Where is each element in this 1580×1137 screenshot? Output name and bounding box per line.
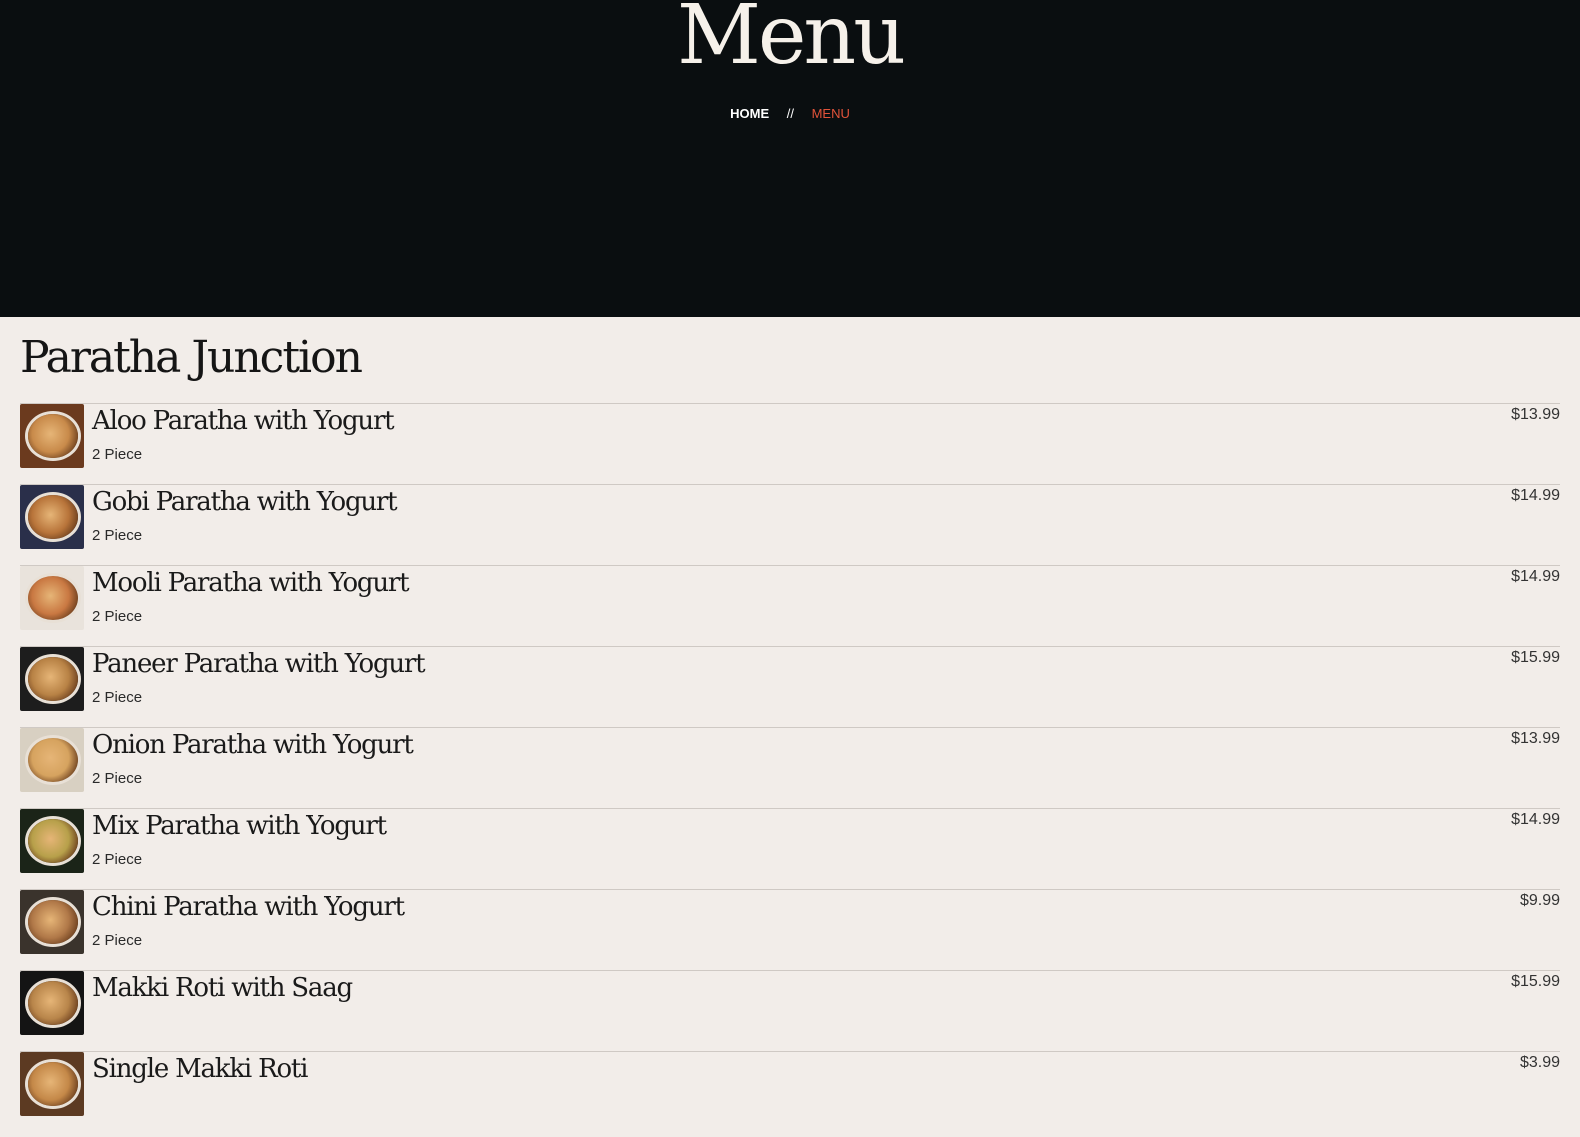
breadcrumb-current: MENU (811, 106, 850, 121)
menu-item-description: 2 Piece (92, 608, 143, 625)
page-hero: Menu HOME // MENU (0, 0, 1580, 317)
menu-item-price: $13.99 (1511, 406, 1560, 423)
menu-item-price: $14.99 (1511, 568, 1560, 585)
menu-item-description: 2 Piece (92, 689, 143, 706)
page-title: Menu (676, 0, 906, 83)
menu-item[interactable]: Single Makki Roti $3.99 (20, 1051, 1560, 1132)
menu-item-description: 2 Piece (92, 932, 143, 949)
breadcrumb: HOME // MENU (0, 106, 1580, 121)
menu-item-thumbnail (20, 404, 84, 468)
category-title: Paratha Junction (20, 332, 363, 383)
menu-item[interactable]: Mix Paratha with Yogurt 2 Piece $14.99 (20, 808, 1560, 889)
menu-item-price: $15.99 (1511, 973, 1560, 990)
menu-item[interactable]: Mooli Paratha with Yogurt 2 Piece $14.99 (20, 565, 1560, 646)
menu-item[interactable]: Chini Paratha with Yogurt 2 Piece $9.99 (20, 889, 1560, 970)
menu-item-thumbnail (20, 485, 84, 549)
menu-item-thumbnail (20, 890, 84, 954)
menu-category-section: Paratha Junction Aloo Paratha with Yogur… (20, 317, 1560, 1132)
menu-item[interactable]: Paneer Paratha with Yogurt 2 Piece $15.9… (20, 646, 1560, 727)
menu-item-thumbnail (20, 971, 84, 1035)
menu-item-description: 2 Piece (92, 770, 143, 787)
menu-item-price: $14.99 (1511, 487, 1560, 504)
paratha-plate-image (28, 1062, 78, 1106)
menu-item-description: 2 Piece (92, 851, 143, 868)
menu-item-thumbnail (20, 1052, 84, 1116)
menu-item-name: Mix Paratha with Yogurt (92, 811, 387, 841)
paratha-plate-image (28, 414, 78, 458)
paratha-plate-image (28, 495, 78, 539)
paratha-plate-image (28, 981, 78, 1025)
menu-item-thumbnail (20, 566, 84, 630)
menu-item-name: Mooli Paratha with Yogurt (92, 568, 410, 598)
menu-item[interactable]: Makki Roti with Saag $15.99 (20, 970, 1560, 1051)
menu-item-name: Onion Paratha with Yogurt (92, 730, 414, 760)
menu-item-price: $14.99 (1511, 811, 1560, 828)
menu-list: Aloo Paratha with Yogurt 2 Piece $13.99 … (20, 403, 1560, 1132)
menu-item-price: $15.99 (1511, 649, 1560, 666)
paratha-plate-image (28, 576, 78, 620)
menu-item-name: Makki Roti with Saag (92, 973, 353, 1003)
menu-item-price: $9.99 (1519, 892, 1560, 909)
menu-item-thumbnail (20, 647, 84, 711)
paratha-plate-image (28, 738, 78, 782)
menu-item-description: 2 Piece (92, 527, 143, 544)
menu-item[interactable]: Aloo Paratha with Yogurt 2 Piece $13.99 (20, 403, 1560, 484)
menu-item-name: Aloo Paratha with Yogurt (92, 406, 395, 436)
menu-item[interactable]: Gobi Paratha with Yogurt 2 Piece $14.99 (20, 484, 1560, 565)
menu-item[interactable]: Onion Paratha with Yogurt 2 Piece $13.99 (20, 727, 1560, 808)
menu-item-name: Gobi Paratha with Yogurt (92, 487, 398, 517)
menu-item-price: $13.99 (1511, 730, 1560, 747)
breadcrumb-separator: // (786, 106, 794, 121)
menu-item-thumbnail (20, 728, 84, 792)
breadcrumb-home-link[interactable]: HOME (730, 106, 769, 121)
paratha-plate-image (28, 819, 78, 863)
menu-item-name: Single Makki Roti (92, 1054, 308, 1084)
menu-item-name: Paneer Paratha with Yogurt (92, 649, 426, 679)
paratha-plate-image (28, 900, 78, 944)
menu-item-thumbnail (20, 809, 84, 873)
paratha-plate-image (28, 657, 78, 701)
menu-item-name: Chini Paratha with Yogurt (92, 892, 405, 922)
menu-item-price: $3.99 (1519, 1054, 1560, 1071)
menu-item-description: 2 Piece (92, 446, 143, 463)
